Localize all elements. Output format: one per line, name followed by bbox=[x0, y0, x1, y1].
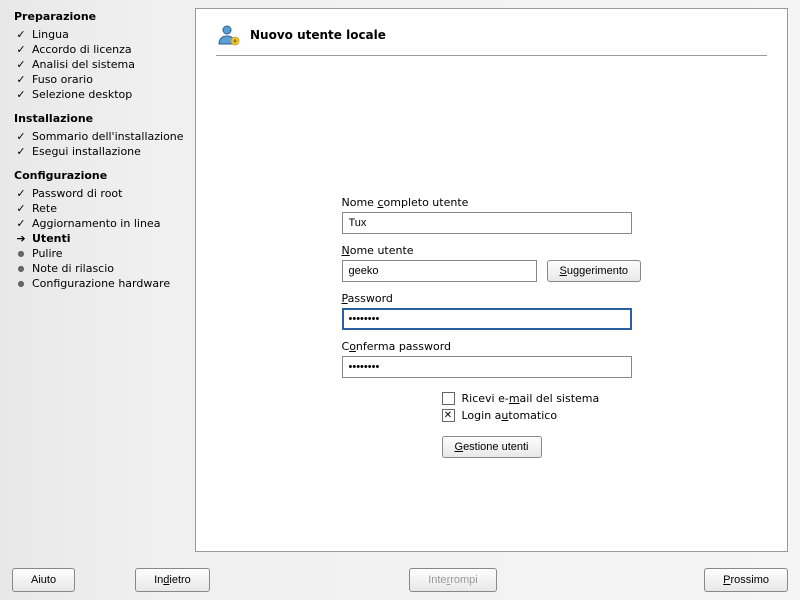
arrow-icon bbox=[14, 232, 28, 245]
check-icon bbox=[14, 28, 28, 41]
button-bar: Aiuto Indietro Interrompi Prossimo bbox=[0, 560, 800, 600]
confirm-password-label: Conferma password bbox=[342, 340, 642, 353]
help-button[interactable]: Aiuto bbox=[12, 568, 75, 592]
sidebar-step-label: Aggiornamento in linea bbox=[32, 217, 160, 230]
sidebar-step-label: Configurazione hardware bbox=[32, 277, 170, 290]
sidebar-step: Password di root bbox=[14, 186, 195, 201]
bullet-icon bbox=[14, 279, 28, 288]
check-icon bbox=[14, 73, 28, 86]
installer-sidebar: Preparazione Lingua Accordo di licenza Anal… bbox=[0, 0, 195, 560]
sidebar-step: Pulire bbox=[14, 246, 195, 261]
password-input[interactable] bbox=[342, 308, 632, 330]
sidebar-section-title: Preparazione bbox=[14, 10, 195, 23]
next-button[interactable]: Prossimo bbox=[704, 568, 788, 592]
suggest-button[interactable]: Suggerimento bbox=[547, 260, 642, 282]
sidebar-step-label: Sommario dell'installazione bbox=[32, 130, 184, 143]
back-button[interactable]: Indietro bbox=[135, 568, 210, 592]
check-icon bbox=[14, 130, 28, 143]
check-icon bbox=[14, 88, 28, 101]
sidebar-step-label: Rete bbox=[32, 202, 57, 215]
auto-login-row[interactable]: Login automatico bbox=[442, 409, 642, 422]
sidebar-step-label: Analisi del sistema bbox=[32, 58, 135, 71]
fullname-label: Nome completo utente bbox=[342, 196, 642, 209]
check-icon bbox=[14, 187, 28, 200]
sidebar-step-label: Utenti bbox=[32, 232, 71, 245]
check-icon bbox=[14, 202, 28, 215]
sidebar-step: Fuso orario bbox=[14, 72, 195, 87]
fullname-input[interactable] bbox=[342, 212, 632, 234]
sidebar-step: Lingua bbox=[14, 27, 195, 42]
check-icon bbox=[14, 58, 28, 71]
panel-header: Nuovo utente locale bbox=[216, 23, 767, 56]
check-icon bbox=[14, 145, 28, 158]
user-add-icon bbox=[216, 23, 240, 47]
bullet-icon bbox=[14, 264, 28, 273]
sidebar-step-label: Password di root bbox=[32, 187, 122, 200]
auto-login-label: Login automatico bbox=[462, 409, 558, 422]
user-management-button[interactable]: Gestione utenti bbox=[442, 436, 542, 458]
sidebar-step-label: Fuso orario bbox=[32, 73, 93, 86]
check-icon bbox=[14, 43, 28, 56]
abort-button: Interrompi bbox=[409, 568, 497, 592]
sidebar-section-title: Configurazione bbox=[14, 169, 195, 182]
username-input[interactable] bbox=[342, 260, 537, 282]
sidebar-step-label: Selezione desktop bbox=[32, 88, 132, 101]
check-icon bbox=[14, 217, 28, 230]
sidebar-step: Esegui installazione bbox=[14, 144, 195, 159]
receive-mail-row[interactable]: Ricevi e-mail del sistema bbox=[442, 392, 642, 405]
sidebar-step: Analisi del sistema bbox=[14, 57, 195, 72]
sidebar-step-label: Lingua bbox=[32, 28, 69, 41]
user-form: Nome completo utente Nome utente Suggeri… bbox=[342, 196, 642, 458]
password-label: Password bbox=[342, 292, 642, 305]
sidebar-step: Note di rilascio bbox=[14, 261, 195, 276]
receive-mail-label: Ricevi e-mail del sistema bbox=[462, 392, 600, 405]
sidebar-step-label: Pulire bbox=[32, 247, 63, 260]
auto-login-checkbox[interactable] bbox=[442, 409, 455, 422]
panel-title: Nuovo utente locale bbox=[250, 28, 386, 42]
sidebar-step: Sommario dell'installazione bbox=[14, 129, 195, 144]
sidebar-step: Aggiornamento in linea bbox=[14, 216, 195, 231]
sidebar-step: Selezione desktop bbox=[14, 87, 195, 102]
sidebar-step: Accordo di licenza bbox=[14, 42, 195, 57]
sidebar-section-title: Installazione bbox=[14, 112, 195, 125]
receive-mail-checkbox[interactable] bbox=[442, 392, 455, 405]
sidebar-step: Configurazione hardware bbox=[14, 276, 195, 291]
username-label: Nome utente bbox=[342, 244, 642, 257]
confirm-password-input[interactable] bbox=[342, 356, 632, 378]
sidebar-step: Utenti bbox=[14, 231, 195, 246]
main-panel: Nuovo utente locale Nome completo utente… bbox=[195, 8, 788, 552]
sidebar-step-label: Note di rilascio bbox=[32, 262, 114, 275]
sidebar-step: Rete bbox=[14, 201, 195, 216]
sidebar-step-label: Esegui installazione bbox=[32, 145, 141, 158]
sidebar-step-label: Accordo di licenza bbox=[32, 43, 132, 56]
bullet-icon bbox=[14, 249, 28, 258]
